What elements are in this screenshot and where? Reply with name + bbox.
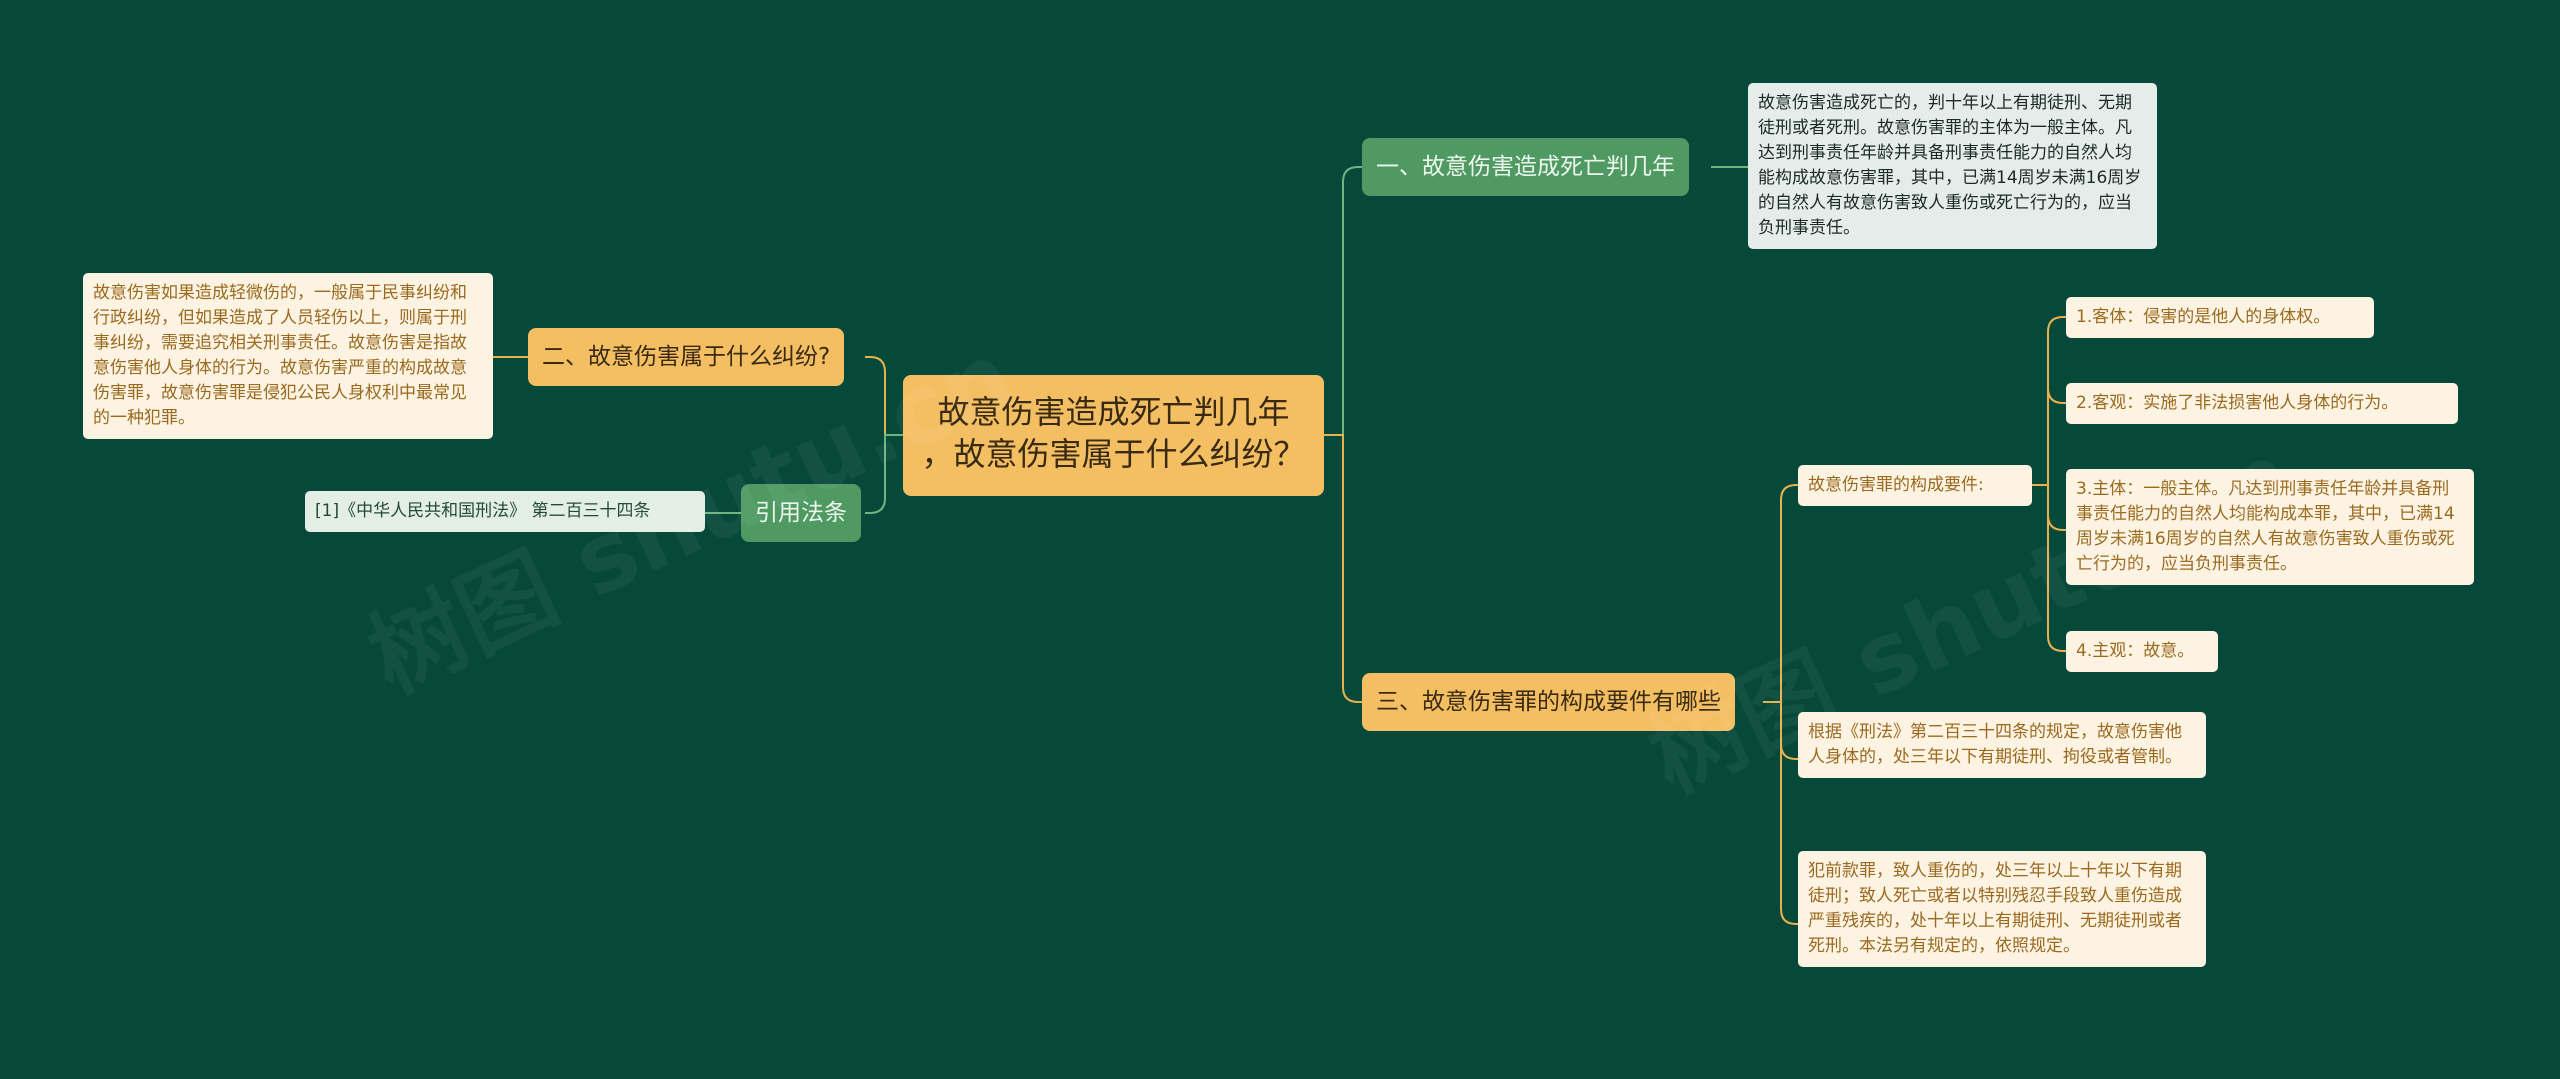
connector-sublabel-items bbox=[2032, 316, 2066, 652]
detail-penalty-text: 犯前款罪，致人重伤的，处三年以上十年以下有期徒刑；致人死亡或者以特别残忍手段致人… bbox=[1798, 851, 2206, 967]
connector-root-branch2 bbox=[865, 356, 903, 436]
branch-elements[interactable]: 三、故意伤害罪的构成要件有哪些 bbox=[1362, 673, 1735, 731]
element-item: 3.主体：一般主体。凡达到刑事责任年龄并具备刑事责任能力的自然人均能构成本罪，其… bbox=[2066, 469, 2474, 585]
root-topic-line1: 故意伤害造成死亡判几年 bbox=[937, 393, 1290, 431]
branch-dispute-type[interactable]: 二、故意伤害属于什么纠纷? bbox=[528, 328, 845, 386]
mind-map-canvas: 故意伤害造成死亡判几年 ，故意伤害属于什么纠纷？ 一、故意伤害造成死亡判几年 故… bbox=[0, 0, 2560, 1079]
connector-root-citation bbox=[865, 434, 903, 514]
connector-root-branch3 bbox=[1324, 434, 1362, 703]
detail-citation: [1]《中华人民共和国刑法》 第二百三十四条 bbox=[305, 491, 705, 532]
element-item: 1.客体：侵害的是他人的身体权。 bbox=[2066, 297, 2374, 338]
branch-death-sentence[interactable]: 一、故意伤害造成死亡判几年 bbox=[1362, 138, 1689, 196]
detail-dispute-type: 故意伤害如果造成轻微伤的，一般属于民事纠纷和行政纠纷，但如果造成了人员轻伤以上，… bbox=[83, 273, 493, 439]
element-item: 4.主观：故意。 bbox=[2066, 631, 2218, 672]
root-topic[interactable]: 故意伤害造成死亡判几年 ，故意伤害属于什么纠纷？ bbox=[903, 375, 1324, 496]
detail-law-text: 根据《刑法》第二百三十四条的规定，故意伤害他人身体的，处三年以下有期徒刑、拘役或… bbox=[1798, 712, 2206, 778]
detail-death-sentence: 故意伤害造成死亡的，判十年以上有期徒刑、无期徒刑或者死刑。故意伤害罪的主体为一般… bbox=[1748, 83, 2157, 249]
connector-branch3-children bbox=[1763, 484, 1798, 925]
connector-root-branch1 bbox=[1324, 166, 1362, 436]
root-topic-line2: ，故意伤害属于什么纠纷？ bbox=[921, 435, 1306, 473]
branch-citation[interactable]: 引用法条 bbox=[741, 484, 861, 542]
elements-sub-label[interactable]: 故意伤害罪的构成要件: bbox=[1798, 465, 2032, 506]
element-item: 2.客观：实施了非法损害他人身体的行为。 bbox=[2066, 383, 2458, 424]
